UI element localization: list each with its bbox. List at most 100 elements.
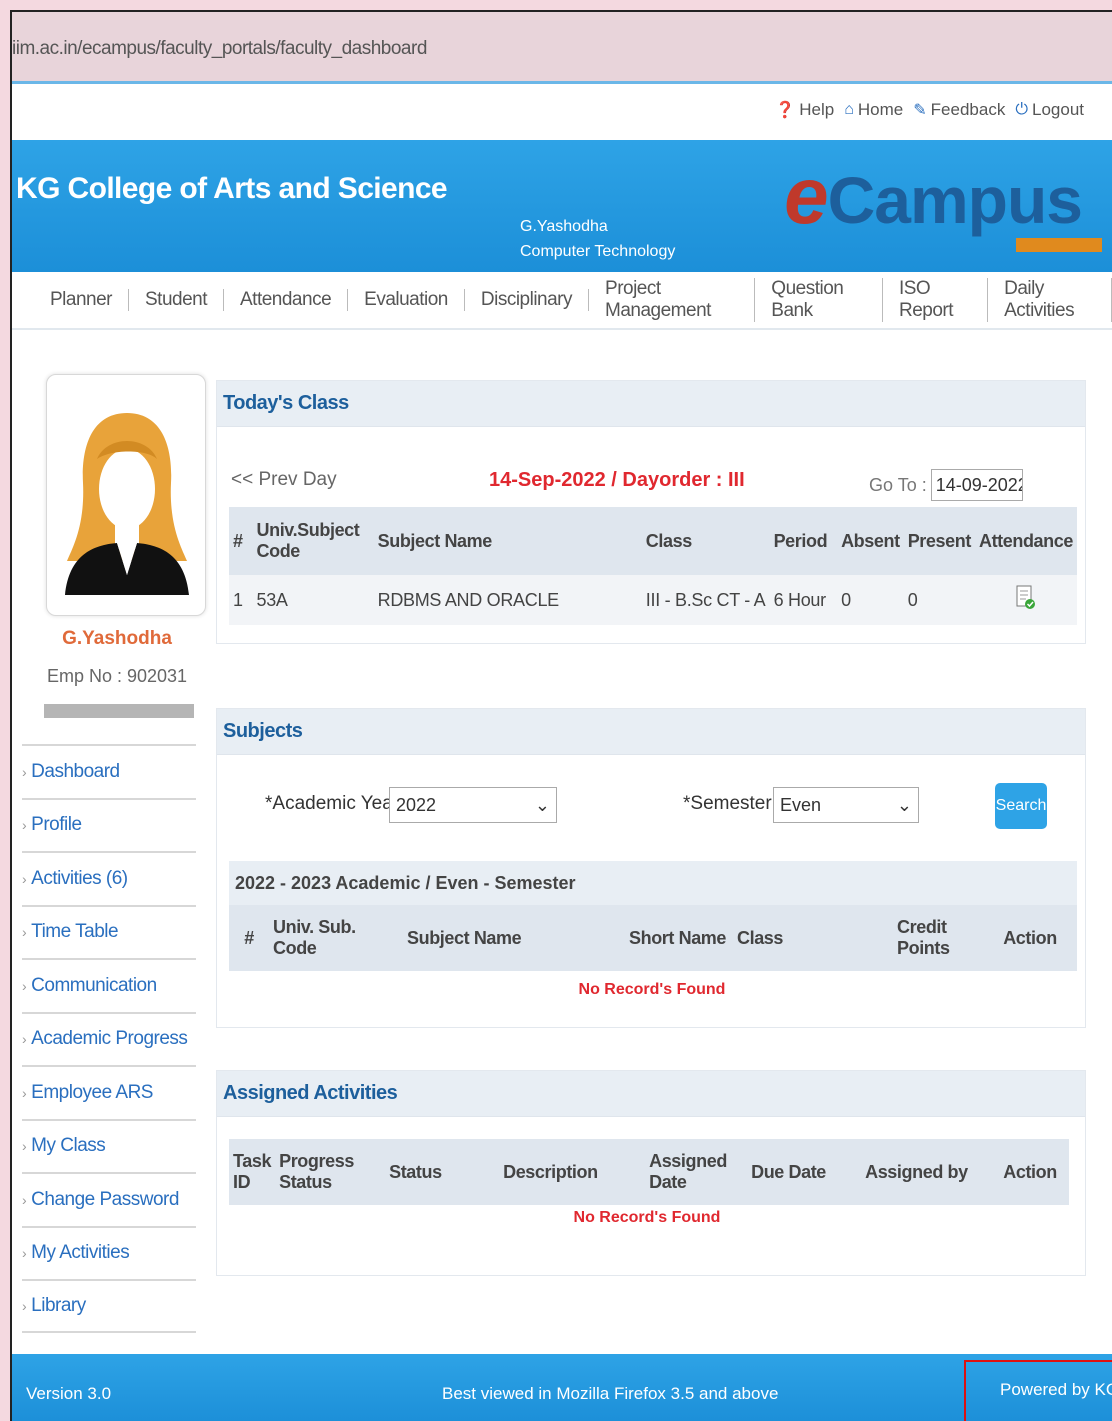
help-link[interactable]: ❓ Help [775,100,834,120]
table-row: 1 53A RDBMS AND ORACLE III - B.Sc CT - A… [229,575,1077,625]
attendance-sheet-icon[interactable] [1015,585,1037,611]
nav-iso-report[interactable]: ISO Report [883,278,989,322]
todays-class-table: # Univ.Subject Code Subject Name Class P… [229,507,1077,625]
col-subject-code: Univ.Subject Code [252,507,374,575]
sidebar-item-library[interactable]: › Library [22,1279,196,1333]
logo-tagline-bar [1016,238,1102,252]
col-absent: Absent [837,507,904,575]
cell-subject-name: RDBMS AND ORACLE [373,575,642,625]
nav-evaluation[interactable]: Evaluation [348,289,465,311]
col-status: Status [385,1139,500,1205]
sidebar-item-employee-ars[interactable]: › Employee ARS [22,1065,196,1119]
col-class: Class [733,905,893,971]
sidebar-item-dashboard[interactable]: › Dashboard [22,744,196,798]
logo-text: Campus [827,163,1083,237]
cell-absent: 0 [837,575,904,625]
nav-disciplinary[interactable]: Disciplinary [465,289,590,311]
todays-class-title: Today's Class [217,381,1085,427]
sidebar-item-profile[interactable]: › Profile [22,797,196,852]
logout-link[interactable]: ⏻ Logout [1015,100,1084,120]
cell-number: 1 [229,575,253,625]
academic-semester-heading: 2022 - 2023 Academic / Even - Semester [229,861,1077,905]
avatar [46,374,206,616]
col-subject-name: Subject Name [373,507,642,575]
chevron-right-icon: › [22,870,27,887]
chevron-right-icon: › [22,763,27,780]
nav-student[interactable]: Student [129,289,224,311]
best-viewed-text: Best viewed in Mozilla Firefox 3.5 and a… [442,1384,779,1403]
home-link[interactable]: ⌂ Home [844,100,903,120]
semester-select[interactable]: Even ⌄ [773,787,919,823]
sidebar-item-label: Time Table [31,921,119,943]
academic-year-label: *Academic Year : [265,793,410,815]
sidebar-item-change-password[interactable]: › Change Password [22,1172,196,1226]
sidebar-item-academic-progress[interactable]: › Academic Progress [22,1011,196,1066]
semester-label: *Semester : [683,793,783,814]
col-assigned-date: Assigned Date [645,1139,748,1205]
employee-number: Emp No : 902031 [46,666,188,686]
home-label: Home [857,100,904,119]
version-text: Version 3.0 [26,1384,112,1403]
academic-year-select[interactable]: 2022 ⌄ [389,787,557,823]
address-bar[interactable]: iim.ac.in/ecampus/faculty_portals/facult… [12,12,1112,84]
nav-project-management[interactable]: Project Management [589,278,756,322]
sidebar-item-communication[interactable]: › Communication [22,958,196,1012]
sidebar-item-my-class[interactable]: › My Class [22,1118,196,1173]
goto-date-input[interactable] [930,469,1023,501]
col-progress-status: Progress Status [275,1139,386,1205]
footer: Version 3.0 Best viewed in Mozilla Firef… [12,1354,1112,1421]
browser-window: iim.ac.in/ecampus/faculty_portals/facult… [10,10,1112,1421]
sidebar-item-label: My Activities [31,1242,130,1264]
home-icon: ⌂ [844,101,854,118]
ecampus-logo: eCampus [784,150,1083,242]
search-button[interactable]: Search [995,783,1047,829]
cell-class: III - B.Sc CT - A [641,575,770,625]
col-subject-name: Subject Name [403,905,625,971]
col-class: Class [641,507,770,575]
academic-year-value: 2022 [396,794,437,815]
main-nav: Planner Student Attendance Evaluation Di… [12,272,1112,330]
nav-question-bank[interactable]: Question Bank [755,278,883,322]
chevron-down-icon: ⌄ [896,794,912,815]
table-header-row: # Univ. Sub. Code Subject Name Short Nam… [229,905,1077,971]
sidebar-item-label: Employee ARS [31,1081,153,1103]
sidebar-item-label: Dashboard [31,760,120,782]
chevron-right-icon: › [22,977,27,994]
profile-name: G.Yashodha [62,628,172,649]
chevron-right-icon: › [22,817,27,834]
sidebar-item-label: Change Password [31,1188,179,1210]
feedback-link[interactable]: ✎ Feedback [913,100,1005,120]
cell-period: 6 Hour [769,575,838,625]
college-name: KG College of Arts and Science [16,172,448,205]
sidebar-item-my-activities[interactable]: › My Activities [22,1225,196,1280]
table-header-row: # Univ.Subject Code Subject Name Class P… [229,507,1077,575]
sidebar-item-time-table[interactable]: › Time Table [22,904,196,959]
feedback-label: Feedback [930,100,1006,119]
goto-date: Go To : [869,469,1023,501]
chevron-right-icon: › [22,1138,27,1155]
col-short-name: Short Name [625,905,733,971]
sidebar-item-activities[interactable]: › Activities (6) [22,851,196,905]
nav-daily-activities[interactable]: Daily Activities [988,278,1112,322]
url-text: iim.ac.in/ecampus/faculty_portals/facult… [12,38,427,59]
assigned-empty-message: No Record's Found [573,1209,721,1226]
nav-planner[interactable]: Planner [40,289,129,311]
table-header-row: Task ID Progress Status Status Descripti… [229,1139,1069,1205]
prev-day-link[interactable]: << Prev Day [231,469,337,491]
col-assigned-by: Assigned by [861,1139,992,1205]
nav-attendance[interactable]: Attendance [224,289,349,311]
power-icon: ⏻ [1015,101,1028,118]
chevron-right-icon: › [22,1191,27,1208]
chevron-down-icon: ⌄ [534,794,550,815]
cell-attendance [974,575,1077,625]
sidebar-item-label: Library [31,1294,86,1316]
assigned-activities-title: Assigned Activities [217,1071,1085,1117]
col-task-id: Task ID [229,1139,276,1205]
sidebar-item-label: Communication [31,974,157,996]
col-description: Description [499,1139,646,1205]
col-number: # [229,905,269,971]
goto-label: Go To : [869,474,927,495]
cell-subject-code: 53A [252,575,374,625]
col-period: Period [769,507,838,575]
header-banner: KG College of Arts and Science G.Yashodh… [12,140,1112,272]
